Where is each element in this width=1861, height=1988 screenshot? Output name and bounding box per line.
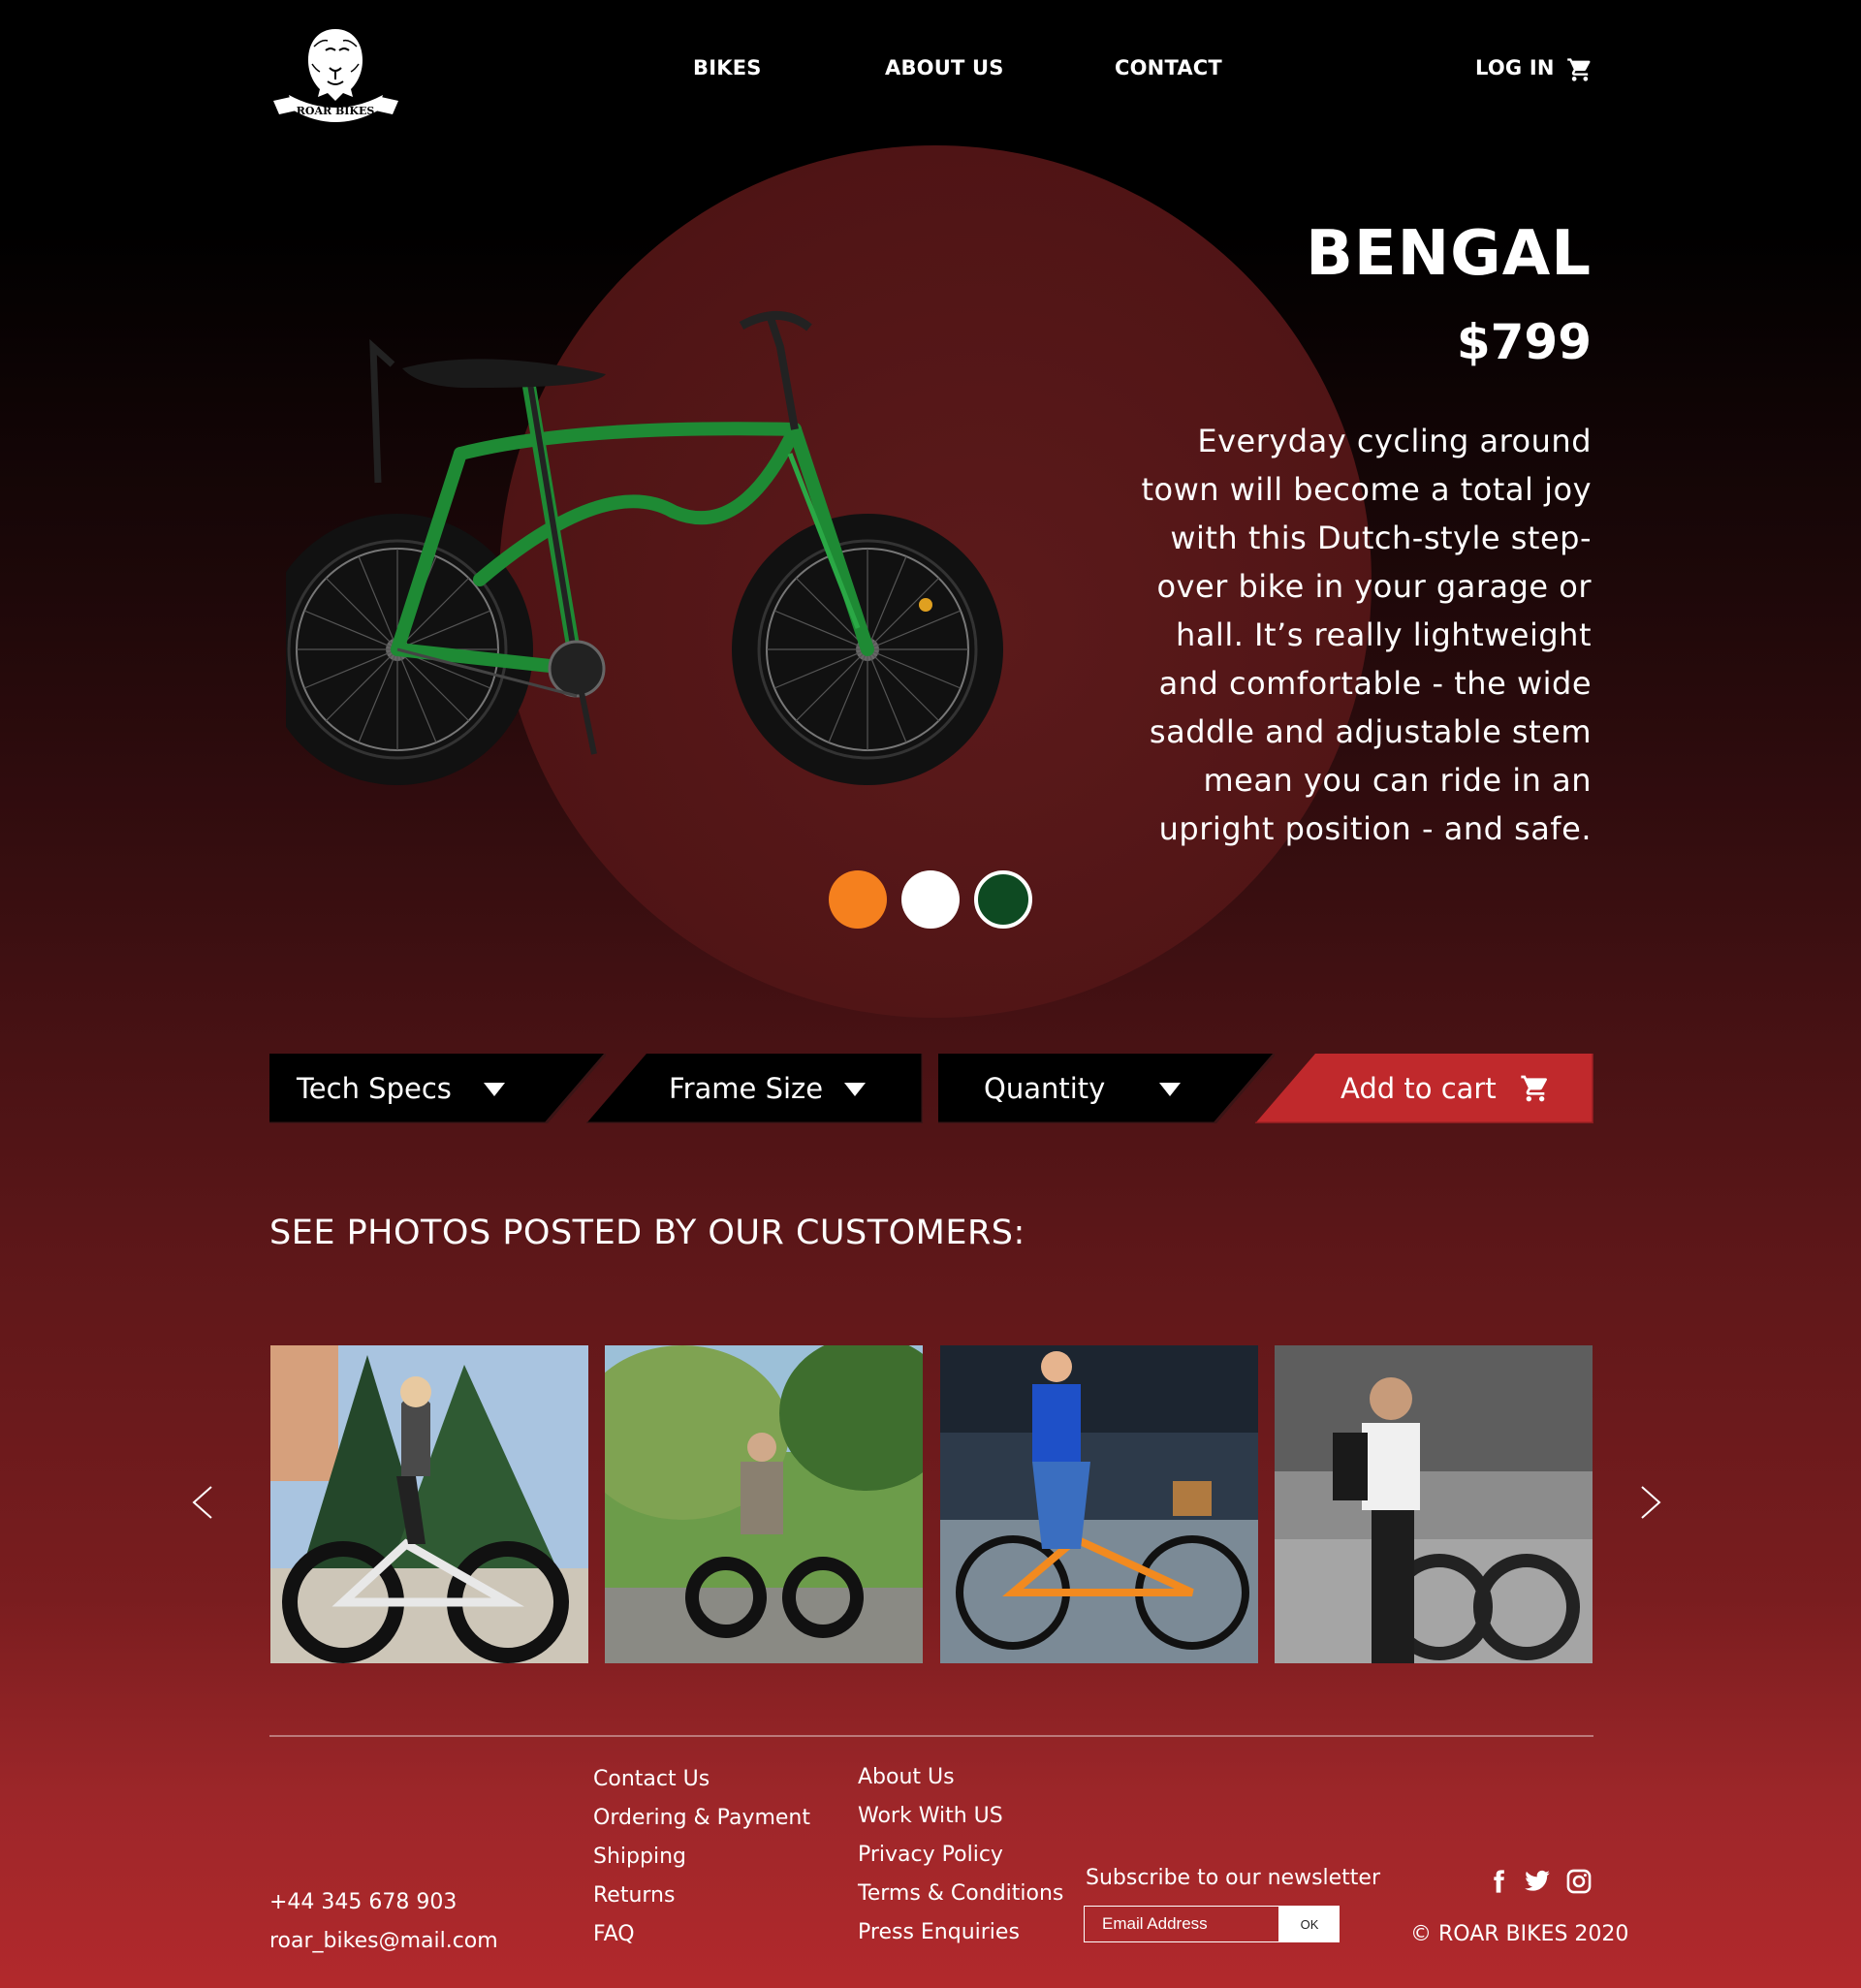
add-to-cart-label: Add to cart [1341,1072,1497,1105]
carousel-next-arrow-icon[interactable] [1638,1485,1663,1520]
chevron-down-icon [484,1083,505,1096]
bike-product-image [262,308,1013,793]
facebook-icon[interactable] [1485,1868,1512,1895]
color-swatch-white[interactable] [901,870,960,929]
footer-link-privacy-policy[interactable]: Privacy Policy [858,1843,1003,1867]
footer-link-about-us[interactable]: About Us [858,1765,955,1789]
footer-link-faq[interactable]: FAQ [593,1922,635,1946]
chevron-down-icon [1159,1083,1181,1096]
shopping-cart-icon[interactable] [1566,56,1593,83]
roar-bikes-logo[interactable]: ROAR BIKES [269,25,402,124]
product-price: $799 [1456,314,1592,370]
footer-copyright: © ROAR BIKES 2020 [1410,1922,1629,1946]
frame-size-label: Frame Size [669,1072,824,1105]
product-description: Everyday cycling around town will become… [1141,423,1592,847]
footer-link-press-enquiries[interactable]: Press Enquiries [858,1920,1020,1944]
newsletter-ok-button[interactable]: OK [1279,1906,1340,1942]
footer-link-contact-us[interactable]: Contact Us [593,1767,710,1791]
add-to-cart-button[interactable]: Add to cart [1255,1054,1593,1123]
product-title: BENGAL [1306,218,1592,290]
chevron-down-icon [844,1083,866,1096]
nav-about-us[interactable]: ABOUT US [885,56,1004,79]
color-swatch-orange[interactable] [829,870,887,929]
footer-phone: +44 345 678 903 [269,1890,457,1914]
footer-link-work-with-us[interactable]: Work With US [858,1804,1003,1828]
footer-email-link[interactable]: roar_bikes@mail.com [269,1929,498,1953]
nav-contact[interactable]: CONTACT [1115,56,1222,79]
quantity-label: Quantity [984,1072,1106,1105]
nav-bikes[interactable]: BIKES [693,56,762,79]
newsletter-label: Subscribe to our newsletter [1086,1866,1381,1890]
carousel-prev-arrow-icon[interactable] [190,1485,215,1520]
customer-photo[interactable] [1275,1345,1593,1663]
customer-photo[interactable] [270,1345,588,1663]
newsletter-email-input[interactable] [1084,1906,1279,1942]
color-swatch-green[interactable] [974,870,1032,929]
footer-link-ordering-payment[interactable]: Ordering & Payment [593,1806,810,1830]
footer-link-shipping[interactable]: Shipping [593,1845,686,1869]
quantity-dropdown[interactable]: Quantity [938,1054,1275,1123]
footer-link-returns[interactable]: Returns [593,1883,675,1908]
login-link[interactable]: LOG IN [1475,56,1555,79]
customer-photos-title: SEE PHOTOS POSTED BY OUR CUSTOMERS: [269,1214,1025,1252]
customer-photo[interactable] [940,1345,1258,1663]
instagram-icon[interactable] [1565,1868,1593,1895]
tech-specs-label: Tech Specs [297,1072,452,1105]
tech-specs-dropdown[interactable]: Tech Specs [269,1054,606,1123]
footer-divider [269,1735,1593,1737]
frame-size-dropdown[interactable]: Frame Size [586,1054,923,1123]
shopping-cart-icon [1520,1073,1551,1109]
customer-photo[interactable] [605,1345,923,1663]
logo-text: ROAR BIKES [297,105,375,117]
footer-link-terms-conditions[interactable]: Terms & Conditions [858,1881,1063,1906]
twitter-icon[interactable] [1523,1868,1550,1895]
